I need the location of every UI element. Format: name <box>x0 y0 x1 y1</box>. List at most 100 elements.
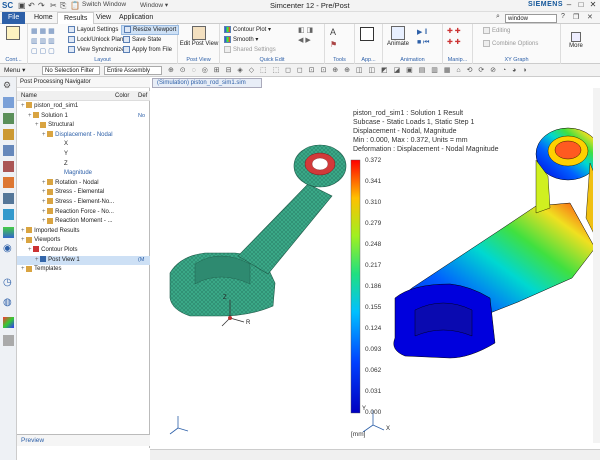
ribbon-group-quick-edit: Contour Plot ▾ Smooth ▾ Shared Settings … <box>220 24 325 64</box>
restore-icon[interactable]: ❐ <box>573 13 579 21</box>
resize-viewport-button[interactable]: Resize Viewport <box>121 25 180 36</box>
tree-node-icon <box>40 121 47 128</box>
settings-gear-icon[interactable]: ⚙ <box>3 80 14 91</box>
cut-icon[interactable]: ✂ <box>50 1 57 10</box>
role-icon[interactable] <box>3 209 14 220</box>
manipulator2-icon[interactable]: ✚ ✚ <box>447 38 461 46</box>
save-icon[interactable]: ▣ <box>18 1 26 10</box>
history-icon[interactable]: ◷ <box>3 277 14 288</box>
tree-row[interactable]: + Structural <box>17 121 150 130</box>
tree-row[interactable]: X <box>17 140 150 149</box>
tree-row-label: Rotation - Nodal <box>55 179 99 186</box>
quick-edit-arrows-icon[interactable]: ◀ ▶ <box>298 36 311 44</box>
shared-settings-button[interactable]: Shared Settings <box>224 46 276 54</box>
animate-button[interactable]: Animate <box>385 26 411 48</box>
assembly-scope-dropdown[interactable]: Entire Assembly <box>104 66 162 75</box>
tree-row[interactable]: + Displacement - Nodal <box>17 131 150 140</box>
marker-icon[interactable]: ⚑ <box>330 40 337 49</box>
edit-post-view-button[interactable]: Edit Post View <box>179 26 219 48</box>
legend-tick: 0.031 <box>365 388 382 395</box>
combine-options-button[interactable]: Combine Options <box>483 40 538 48</box>
smooth-dropdown[interactable]: Smooth ▾ <box>224 36 258 44</box>
reuse-library-icon[interactable] <box>3 335 14 346</box>
title-bar: SC ▣ ↶ ↷ ✂ ⎘ 📋 Switch Window Window ▾ Si… <box>0 0 600 12</box>
column-color[interactable]: Color <box>115 91 129 101</box>
tree-row[interactable]: + Contour Plots <box>17 246 150 255</box>
tree-row[interactable]: + Rotation - Nodal <box>17 179 150 188</box>
selection-tools-icons[interactable]: ⊕ ⊙ ◌ ◎ ⊞ ⊟ ◈ ◇ ⬚ ⬚ ◻ ◻ ⊡ ⊡ ⊕ ⊕ ◫ ◫ ◩ ◪ … <box>168 66 529 74</box>
tree-row[interactable]: + Templates <box>17 265 150 274</box>
copy-icon[interactable]: ⎘ <box>60 1 66 11</box>
tree-row[interactable]: + Post View 1 (M <box>17 255 150 265</box>
stop-controls-icon[interactable]: ■ ⏮ <box>417 39 429 47</box>
manipulator-icon[interactable]: ✚ ✚ <box>447 27 461 35</box>
result-info-line-4: Min : 0.000, Max : 0.372, Units = mm <box>353 137 468 144</box>
window-menu[interactable]: Window ▾ <box>140 1 168 9</box>
load-navigator-icon[interactable] <box>3 161 14 172</box>
tree-row[interactable]: + Reaction Moment - ... <box>17 217 150 226</box>
view-sync-button[interactable]: View Synchronize <box>68 46 125 54</box>
tree-row[interactable]: + Reaction Force - No... <box>17 208 150 217</box>
chart-icon[interactable] <box>3 227 14 238</box>
help-icon[interactable]: ? <box>561 13 565 20</box>
assembly-navigator-icon[interactable] <box>3 113 14 124</box>
tab-results[interactable]: Results <box>57 12 95 24</box>
layout-grid-icon[interactable]: ▦ ▦ ▦ <box>31 27 55 35</box>
layout-settings-button[interactable]: Layout Settings <box>68 26 118 34</box>
layout-split-icon[interactable]: ▥ ▥ ▥ <box>31 37 55 45</box>
play-controls-icon[interactable]: ▶ ‖ <box>417 28 427 36</box>
contour-plot-dropdown[interactable]: Contour Plot ▾ <box>224 26 271 34</box>
apply-from-file-button[interactable]: Apply from File <box>123 46 172 54</box>
tree-node-icon <box>26 265 33 272</box>
contour-rod-model[interactable] <box>393 127 600 359</box>
meshed-rod-model[interactable] <box>169 144 347 317</box>
post-processing-navigator-icon[interactable] <box>3 193 14 204</box>
quick-edit-extra-icons[interactable]: ◧ ◨ <box>298 26 313 34</box>
graphics-scrollbar[interactable] <box>593 88 600 443</box>
tree-row[interactable]: Y <box>17 150 150 159</box>
selection-filter-dropdown[interactable]: No Selection Filter <box>42 66 100 75</box>
command-search-input[interactable]: window <box>505 14 557 23</box>
results-navigator-icon[interactable] <box>3 177 14 188</box>
maximize-icon[interactable]: □ <box>575 0 587 12</box>
tab-home[interactable]: Home <box>28 12 59 24</box>
tree-row[interactable]: + Stress - Element-No... <box>17 198 150 207</box>
cont-button[interactable] <box>2 26 24 41</box>
editing-button[interactable]: Editing <box>483 27 510 35</box>
annotation-icon[interactable]: A <box>330 27 336 37</box>
tab-file[interactable]: File <box>2 12 26 24</box>
close-part-icon[interactable]: ✕ <box>587 13 593 21</box>
tab-application[interactable]: Application <box>113 12 159 24</box>
tree-row[interactable]: + Solution 1 No <box>17 112 150 121</box>
part-navigator-icon[interactable] <box>3 97 14 108</box>
tree-row[interactable]: Z <box>17 160 150 169</box>
undo-icon[interactable]: ↶ <box>28 1 35 10</box>
tree-row[interactable]: Magnitude <box>17 169 150 178</box>
more-button[interactable]: More <box>565 32 587 50</box>
simulation-navigator-icon[interactable] <box>3 145 14 156</box>
application-icon[interactable] <box>360 27 374 41</box>
lock-plane-button[interactable]: Lock/Unlock Plane <box>68 36 127 44</box>
constraint-navigator-icon[interactable] <box>3 129 14 140</box>
tree-node-icon <box>47 188 54 195</box>
layout-single-icon[interactable]: ▢ ▢ ▢ <box>31 47 55 55</box>
tree-row[interactable]: + Stress - Elemental <box>17 188 150 197</box>
palette-icon[interactable] <box>3 317 14 328</box>
search-nav-icon[interactable]: ◍ <box>3 297 14 308</box>
preview-panel-header[interactable]: Preview <box>17 434 150 446</box>
graphics-window-tab[interactable]: (Simulation) piston_rod_sim1.sim <box>152 78 262 88</box>
menu-button[interactable]: Menu ▾ <box>4 66 25 74</box>
tree-row[interactable]: + Imported Results <box>17 227 150 236</box>
column-def[interactable]: Def <box>138 91 147 101</box>
tree-row[interactable]: + Viewports <box>17 236 150 245</box>
column-name[interactable]: Name <box>21 91 37 101</box>
redo-icon[interactable]: ↷ <box>38 1 45 10</box>
paste-icon[interactable]: 📋 <box>70 1 80 10</box>
minimize-icon[interactable]: – <box>563 0 575 12</box>
save-state-button[interactable]: Save State <box>123 36 161 44</box>
switch-window-button[interactable]: Switch Window <box>82 1 126 8</box>
tree-row[interactable]: + piston_rod_sim1 <box>17 102 150 111</box>
tree-row-label: Imported Results <box>34 227 80 234</box>
web-browser-icon[interactable]: ◉ <box>3 243 14 254</box>
close-icon[interactable]: ✕ <box>587 0 599 12</box>
